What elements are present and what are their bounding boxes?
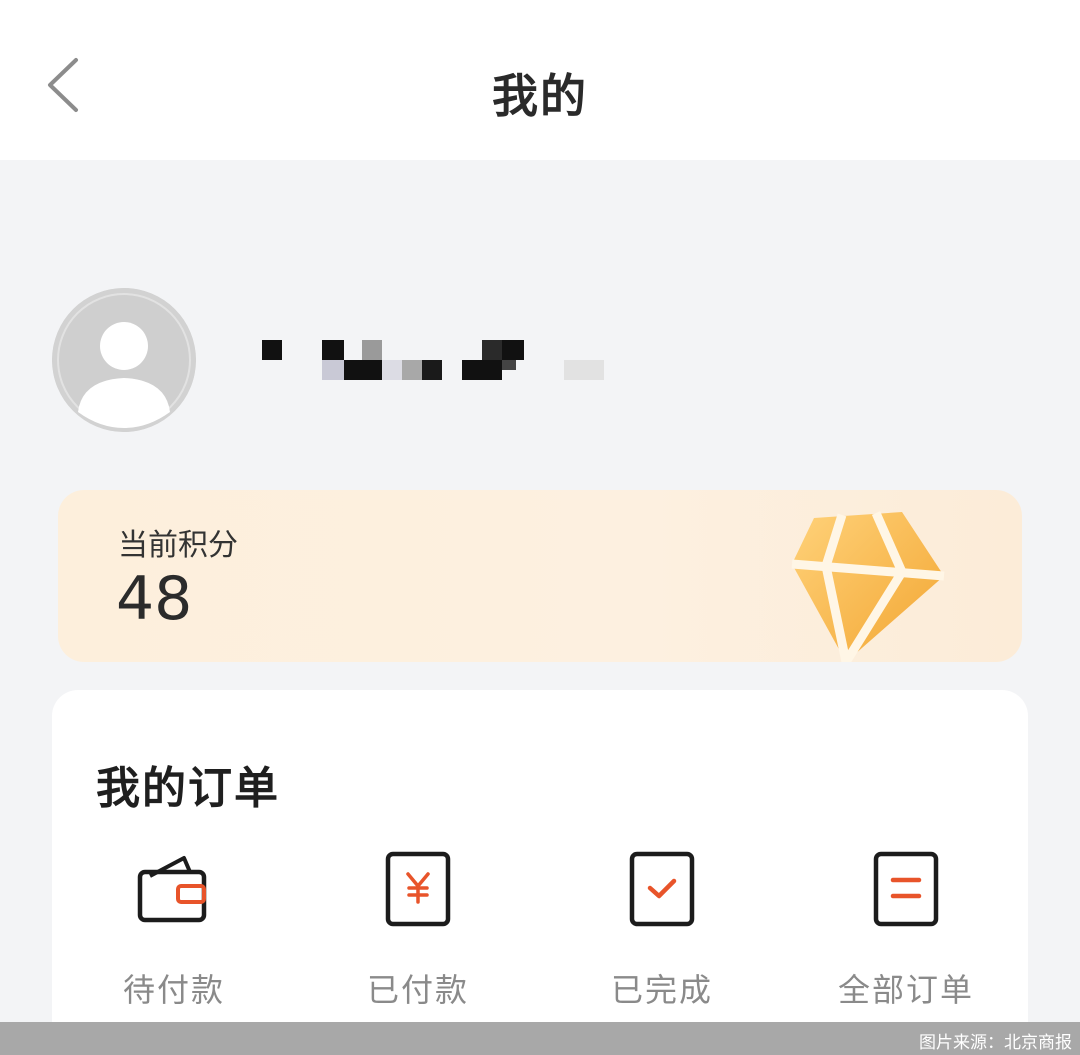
order-label: 已付款 [366,971,469,1009]
my-page: 我的 当前积分 48 我的订单 待付款 已付款 已完成 全部订单 图片来源：北京… [0,0,1080,1055]
wallet-icon [137,856,207,923]
order-paid[interactable]: 已付款 [318,850,518,1010]
points-label: 当前积分 [118,528,238,563]
yen-receipt-icon [385,851,451,927]
watermark-text: 图片来源：北京商报 [919,1033,1072,1053]
order-label: 全部订单 [837,971,974,1009]
user-avatar-icon [52,288,196,432]
order-completed[interactable]: 已完成 [562,850,762,1010]
points-card[interactable]: 当前积分 48 [58,490,1022,662]
list-document-icon [873,851,939,927]
username-redacted [260,338,610,382]
page-title: 我的 [492,69,588,123]
points-value: 48 [116,564,193,634]
order-label: 待付款 [122,971,225,1009]
checkmark-box-icon [629,851,695,927]
source-watermark: 图片来源：北京商报 [0,1022,1080,1055]
order-pending-payment[interactable]: 待付款 [74,850,274,1010]
orders-title: 我的订单 [96,763,280,814]
avatar[interactable] [52,288,196,432]
top-bar: 我的 [0,0,1080,160]
orders-card: 我的订单 待付款 已付款 已完成 全部订单 [52,690,1028,1055]
order-label: 已完成 [610,971,713,1009]
order-all[interactable]: 全部订单 [806,850,1006,1010]
diamond-icon [791,511,945,662]
